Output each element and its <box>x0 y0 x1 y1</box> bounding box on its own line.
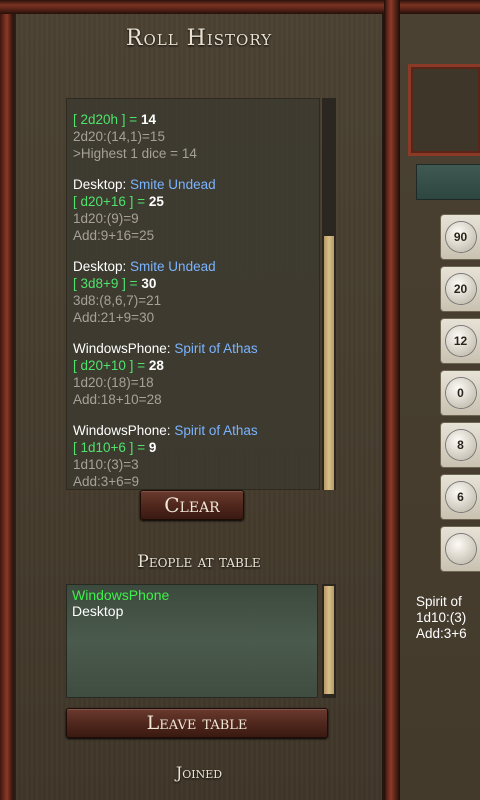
die-button[interactable]: 6 <box>440 474 480 520</box>
list-item[interactable]: Desktop <box>72 603 312 619</box>
power-name: Spirit of Athas <box>174 423 258 438</box>
roll-detail: Add:9+16=25 <box>73 228 155 243</box>
roll-detail: 1d20:(18)=18 <box>73 375 154 390</box>
roll-result: 25 <box>148 194 164 209</box>
people-scroll-thumb[interactable] <box>324 586 334 694</box>
die-button[interactable]: 20 <box>440 266 480 312</box>
panel-title: Roll History <box>125 26 273 51</box>
history-entry: Desktop: Smite Undead [ d20+16 ] = 25 1d2… <box>73 176 313 244</box>
roll-detail: 3d8:(8,6,7)=21 <box>73 293 162 308</box>
power-name: Smite Undead <box>130 177 216 192</box>
roll-detail: 2d20:(14,1)=15 <box>73 129 165 144</box>
history-entry: WindowsPhone: Spirit of Athas [ d20+10 ]… <box>73 340 313 408</box>
die-button[interactable]: 8 <box>440 422 480 468</box>
log-line: Spirit of <box>416 594 462 609</box>
history-entry: [ 2d20h ] = 14 2d20:(14,1)=15 >Highest 1 d… <box>73 111 313 162</box>
roll-detail: Add:18+10=28 <box>73 392 162 407</box>
power-name: Spirit of Athas <box>174 341 258 356</box>
roller-name: WindowsPhone: <box>73 423 171 438</box>
right-roll-log: Spirit of 1d10:(3) Add:3+6 <box>416 594 480 654</box>
roll-history-list[interactable]: [ 2d20h ] = 14 2d20:(14,1)=15 >Highest 1 d… <box>66 98 320 490</box>
result-display <box>408 64 480 156</box>
people-at-table-title: People at table <box>137 552 261 572</box>
list-item[interactable]: WindowsPhone <box>72 587 312 603</box>
roll-expression: [ 3d8+9 ] <box>73 276 126 291</box>
roll-result: 30 <box>141 276 157 291</box>
roll-detail: >Highest 1 dice = 14 <box>73 146 197 161</box>
roll-expression: [ 1d10+6 ] <box>73 440 134 455</box>
roll-expression: [ 2d20h ] <box>73 112 126 127</box>
panel-divider <box>384 0 400 800</box>
d4-icon <box>445 534 476 564</box>
d12-icon: 12 <box>445 326 476 356</box>
log-line: Add:3+6 <box>416 626 467 641</box>
log-line: 1d10:(3) <box>416 610 467 625</box>
people-list[interactable]: WindowsPhone Desktop <box>66 584 318 698</box>
history-scroll-thumb[interactable] <box>324 236 334 490</box>
expression-bar[interactable] <box>416 164 480 200</box>
d6-icon: 6 <box>445 482 476 512</box>
die-button[interactable] <box>440 526 480 572</box>
roll-expression: [ d20+10 ] <box>73 358 134 373</box>
die-button[interactable]: 12 <box>440 318 480 364</box>
d8-icon: 8 <box>445 430 476 460</box>
d20-icon: 20 <box>445 274 476 304</box>
roll-detail: Add:3+6=9 <box>73 474 140 489</box>
top-rail <box>0 0 480 14</box>
clear-button[interactable]: Clear <box>140 490 244 520</box>
joined-status: Joined <box>175 763 223 782</box>
d100-icon: 90 <box>445 222 476 252</box>
d10-icon: 0 <box>445 378 476 408</box>
power-name: Smite Undead <box>130 259 216 274</box>
history-entry: Desktop: Smite Undead [ 3d8+9 ] = 30 3d8:… <box>73 258 313 326</box>
leave-table-button[interactable]: Leave table <box>66 708 328 738</box>
roll-result: 9 <box>148 440 157 455</box>
die-button[interactable]: 0 <box>440 370 480 416</box>
roller-name: Desktop: <box>73 259 127 274</box>
die-button[interactable]: 90 <box>440 214 480 260</box>
roll-detail: 1d10:(3)=3 <box>73 457 139 472</box>
roll-detail: 1d20:(9)=9 <box>73 211 139 226</box>
roll-detail: Add:21+9=30 <box>73 310 155 325</box>
roll-result: 28 <box>148 358 164 373</box>
history-entry: WindowsPhone: Spirit of Athas [ 1d10+6 ]… <box>73 422 313 489</box>
roller-name: Desktop: <box>73 177 127 192</box>
roll-expression: [ d20+16 ] <box>73 194 134 209</box>
roller-name: WindowsPhone: <box>73 341 171 356</box>
roll-result: 14 <box>140 112 156 127</box>
